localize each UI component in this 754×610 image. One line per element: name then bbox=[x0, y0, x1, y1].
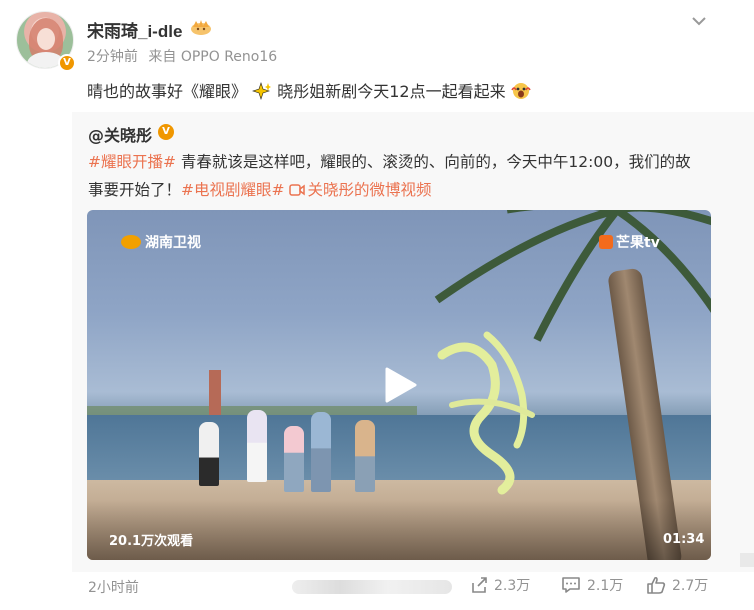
hashtag-link-2[interactable]: #电视剧耀眼# bbox=[181, 181, 284, 199]
username[interactable]: 宋雨琦_i-dle bbox=[87, 17, 182, 42]
video-player[interactable]: 湖南卫视 芒果tv 20.1万次观看 01:34 bbox=[87, 210, 711, 560]
hunan-tv-logo: 湖南卫视 bbox=[121, 232, 201, 252]
mango-logo-mark bbox=[599, 235, 613, 249]
blurred-text bbox=[292, 580, 452, 594]
mango-logo-text: 芒果tv bbox=[616, 235, 660, 251]
video-link[interactable]: 关晓彤的微博视频 bbox=[289, 181, 431, 199]
person-3 bbox=[284, 426, 304, 492]
repost-text-body: 青春就该是这样吧，耀眼的、滚烫的、向前的，今天中午12:00，我们的故 bbox=[175, 153, 691, 171]
comment-button[interactable]: 2.1万 bbox=[561, 575, 623, 595]
post-text-part1: 晴也的故事好《耀眼》 bbox=[87, 82, 248, 101]
lighthouse bbox=[209, 370, 221, 418]
palm-fronds bbox=[434, 210, 711, 342]
view-count: 20.1万次观看 bbox=[109, 534, 194, 549]
post-source: 来自 OPPO Reno16 bbox=[148, 49, 278, 65]
chevron-down-icon[interactable] bbox=[690, 12, 708, 30]
sparkle-icon bbox=[252, 82, 272, 100]
person-4 bbox=[311, 412, 331, 492]
scrollbar-corner[interactable] bbox=[740, 553, 754, 567]
like-button[interactable]: 2.7万 bbox=[646, 575, 708, 595]
avatar-face bbox=[37, 28, 55, 50]
video-link-label: 关晓彤的微博视频 bbox=[307, 181, 432, 199]
repost-card[interactable]: @关晓彤 V #耀眼开播# 青春就该是这样吧，耀眼的、滚烫的、向前的，今天中午1… bbox=[72, 112, 754, 572]
like-icon bbox=[647, 576, 666, 594]
sea bbox=[87, 415, 711, 485]
person-1 bbox=[199, 422, 219, 486]
post-text: 晴也的故事好《耀眼》 晓彤姐新剧今天12点一起看起来 bbox=[87, 78, 531, 102]
weibo-post: V 宋雨琦_i-dle 2分钟前 来自 OPPO Reno16 晴也的故事好《耀… bbox=[0, 0, 754, 610]
post-meta: 2分钟前 来自 OPPO Reno16 bbox=[87, 46, 283, 66]
post-time[interactable]: 2分钟前 bbox=[87, 49, 138, 65]
shocked-face-icon bbox=[511, 83, 531, 99]
play-icon[interactable] bbox=[379, 365, 419, 405]
post-text-part2: 晓彤姐新剧今天12点一起看起来 bbox=[277, 82, 506, 101]
mango-tv-logo: 芒果tv bbox=[599, 232, 660, 252]
video-link-icon bbox=[289, 184, 306, 196]
hashtag-link[interactable]: #耀眼开播# bbox=[88, 153, 176, 171]
hunan-logo-text: 湖南卫视 bbox=[145, 235, 201, 251]
repost-author[interactable]: @关晓彤 bbox=[88, 122, 152, 146]
hunan-logo-mark bbox=[121, 235, 141, 249]
repost-verified-badge: V bbox=[158, 124, 174, 140]
crown-icon bbox=[191, 20, 211, 35]
comment-count: 2.1万 bbox=[587, 578, 624, 594]
comment-icon bbox=[562, 577, 580, 593]
video-duration: 01:34 bbox=[663, 532, 705, 547]
verified-badge: V bbox=[58, 54, 76, 72]
share-button[interactable]: 2.3万 bbox=[470, 575, 530, 595]
repost-text-line1: #耀眼开播# 青春就该是这样吧，耀眼的、滚烫的、向前的，今天中午12:00，我们… bbox=[88, 150, 691, 172]
repost-text-continued: 事要开始了！ bbox=[88, 181, 182, 199]
share-icon bbox=[472, 577, 487, 593]
like-count: 2.7万 bbox=[672, 578, 709, 594]
repost-time[interactable]: 2小时前 bbox=[88, 577, 139, 597]
person-5 bbox=[355, 420, 375, 492]
repost-text-line2: 事要开始了！#电视剧耀眼# 关晓彤的微博视频 bbox=[88, 178, 431, 200]
person-2 bbox=[247, 410, 267, 482]
share-count: 2.3万 bbox=[494, 578, 531, 594]
